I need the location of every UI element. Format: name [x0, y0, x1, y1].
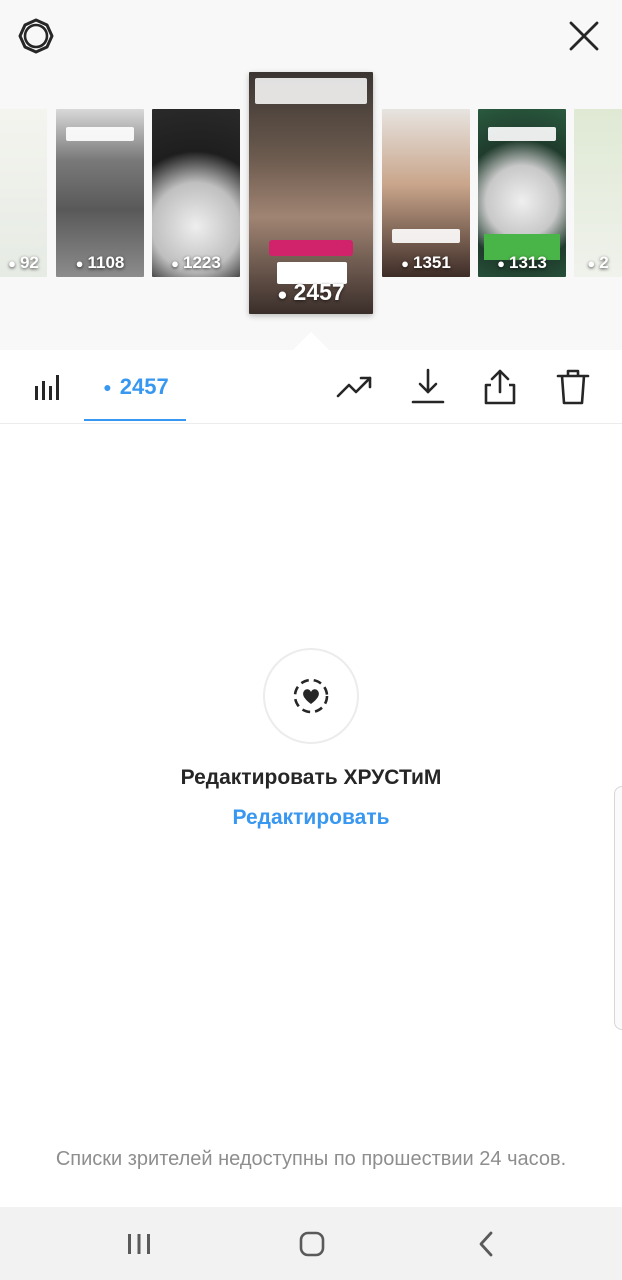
story-thumbnail[interactable]: ● 92: [0, 109, 47, 277]
selected-story-pointer: [293, 332, 329, 350]
story-view-count: ● 1108: [75, 253, 125, 272]
story-thumbnail[interactable]: ● 1108: [56, 109, 144, 277]
recents-icon: [128, 1234, 150, 1254]
delete-button[interactable]: [550, 364, 596, 410]
story-view-count: ● 1313: [497, 253, 547, 272]
download-icon: [411, 368, 445, 404]
empty-state: Редактировать ХРУСТиМ Редактировать: [0, 648, 622, 830]
home-icon: [299, 1231, 325, 1257]
viewers-unavailable-note: Списки зрителей недоступны по прошествии…: [55, 1148, 567, 1170]
share-button[interactable]: [477, 364, 523, 410]
story-view-count: ● 2: [587, 253, 609, 272]
download-button[interactable]: [405, 364, 451, 410]
highlight-circle: [263, 648, 359, 744]
highlight-heart-icon: [293, 678, 329, 714]
back-button[interactable]: [461, 1219, 511, 1269]
edit-link[interactable]: Редактировать: [0, 806, 622, 830]
settings-button[interactable]: [14, 14, 58, 58]
eye-icon: ●: [75, 256, 84, 271]
story-caption-top: [255, 78, 367, 104]
share-icon: [484, 369, 516, 405]
edit-highlight-title: Редактировать ХРУСТиМ: [180, 766, 442, 789]
active-tab-indicator: [84, 419, 186, 421]
story-toolbar: ● 2457: [0, 350, 622, 424]
story-thumbnail[interactable]: ● 1351: [382, 109, 470, 277]
back-icon: [479, 1231, 493, 1257]
story-thumbnail-selected[interactable]: ● 2457: [249, 72, 373, 314]
eye-icon: ●: [171, 256, 180, 271]
trending-up-icon: [336, 376, 372, 398]
brand-banner: [392, 229, 460, 243]
insights-button[interactable]: [24, 364, 70, 410]
story-view-count: ● 1223: [171, 253, 221, 272]
story-mention-tag: [269, 240, 353, 256]
eye-icon: ●: [587, 256, 596, 271]
bar-chart-icon: [35, 375, 59, 400]
trash-icon: [556, 369, 590, 405]
home-button[interactable]: [287, 1219, 337, 1269]
story-thumbnail[interactable]: ● 1313: [478, 109, 566, 277]
system-navigation-bar: [0, 1207, 622, 1280]
viewers-count: 2457: [119, 374, 169, 399]
promote-button[interactable]: [332, 364, 378, 410]
story-view-count: ● 1351: [401, 253, 451, 272]
edge-panel-handle[interactable]: [614, 786, 622, 1030]
story-view-count: ● 92: [8, 253, 39, 272]
eye-icon: ●: [497, 256, 506, 271]
recents-button[interactable]: [114, 1219, 164, 1269]
story-thumbnail[interactable]: ● 2: [574, 109, 622, 277]
story-thumbnail[interactable]: ● 1223: [152, 109, 240, 277]
viewers-tab[interactable]: ● 2457: [86, 350, 186, 424]
eye-icon: ●: [277, 285, 288, 304]
gear-icon: [18, 18, 54, 54]
close-button[interactable]: [562, 14, 606, 58]
eye-icon: ●: [103, 379, 112, 395]
brand-banner: [66, 127, 134, 141]
close-icon: [569, 21, 599, 51]
brand-banner: [488, 127, 556, 141]
eye-icon: ●: [401, 256, 410, 271]
story-view-count: ● 2457: [277, 279, 345, 305]
